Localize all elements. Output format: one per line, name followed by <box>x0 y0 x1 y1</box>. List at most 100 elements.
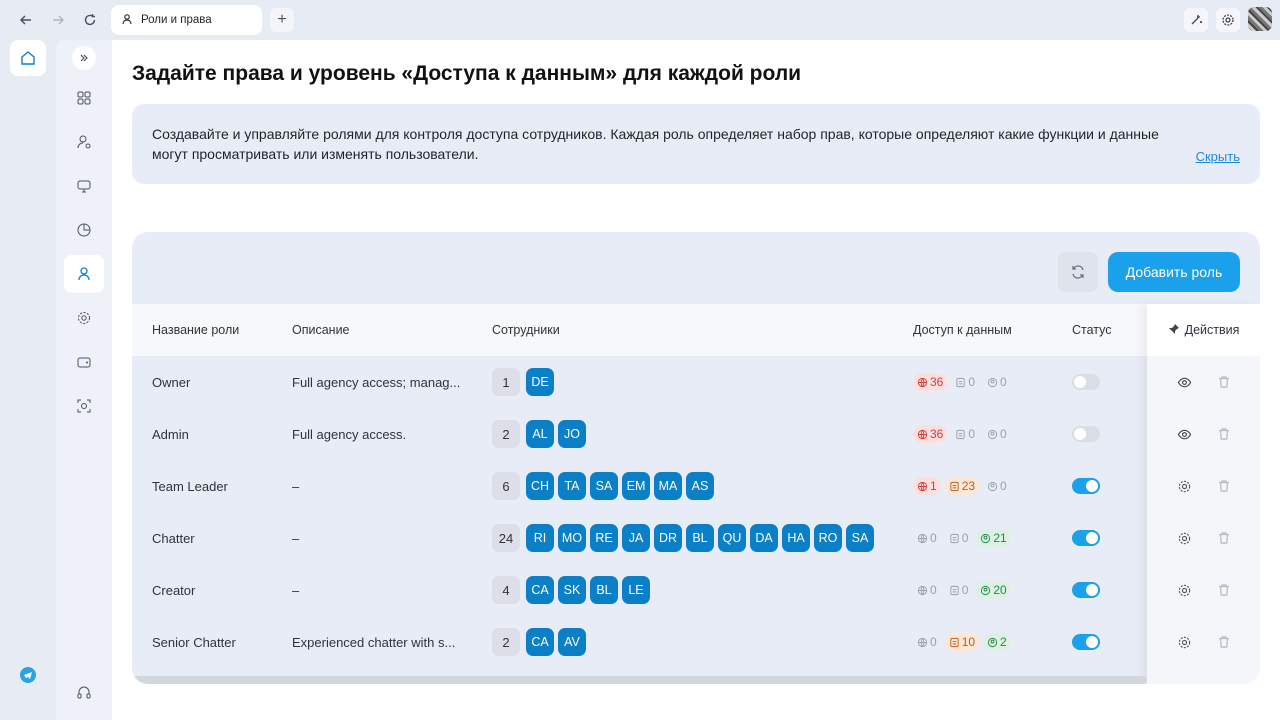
forward-icon[interactable] <box>47 9 69 31</box>
user-avatar[interactable] <box>1248 7 1272 31</box>
user-settings-icon[interactable] <box>64 123 104 161</box>
add-role-button[interactable]: Добавить роль <box>1108 252 1240 292</box>
eye-icon[interactable] <box>1175 425 1193 443</box>
access-value: 0 <box>1000 479 1007 493</box>
home-icon[interactable] <box>10 40 46 76</box>
sidebar <box>56 40 112 720</box>
employee-chip[interactable]: HA <box>782 524 810 552</box>
employee-chip[interactable]: QU <box>718 524 746 552</box>
access-value: 0 <box>1000 427 1007 441</box>
settings-icon[interactable] <box>64 299 104 337</box>
employee-chip[interactable]: RE <box>590 524 618 552</box>
employee-chip[interactable]: JA <box>622 524 650 552</box>
globe-icon <box>917 429 928 440</box>
scan-icon[interactable] <box>64 387 104 425</box>
role-employees: 2 CA AV <box>492 616 590 668</box>
trash-icon[interactable] <box>1215 477 1233 495</box>
roles-icon[interactable] <box>64 255 104 293</box>
header-role-name: Название роли <box>152 323 240 337</box>
new-tab-button[interactable]: + <box>270 8 294 32</box>
gear-icon[interactable] <box>1175 633 1193 651</box>
status-toggle[interactable] <box>1072 426 1100 442</box>
gear-icon[interactable] <box>1175 477 1193 495</box>
employee-chip[interactable]: CA <box>526 576 554 604</box>
trash-icon[interactable] <box>1215 529 1233 547</box>
employee-count: 4 <box>492 576 520 604</box>
headphones-icon[interactable] <box>64 673 104 711</box>
status-toggle[interactable] <box>1072 582 1100 598</box>
pin-icon[interactable] <box>1168 323 1180 338</box>
employee-chip[interactable]: BL <box>686 524 714 552</box>
sparkle-icon[interactable] <box>1184 8 1208 32</box>
role-description: – <box>292 530 300 546</box>
access-badge: 20 <box>976 581 1011 599</box>
table-row[interactable]: Admin Full agency access. 2 AL JO 36 0 0 <box>132 408 1147 460</box>
employee-chip[interactable]: BL <box>590 576 618 604</box>
back-icon[interactable] <box>15 9 37 31</box>
employee-chip[interactable]: CA <box>526 628 554 656</box>
role-status <box>1072 564 1100 616</box>
info-text: Создавайте и управляйте ролями для контр… <box>152 126 1159 162</box>
reload-icon[interactable] <box>79 9 101 31</box>
status-toggle[interactable] <box>1072 634 1100 650</box>
employee-chip[interactable]: LE <box>622 576 650 604</box>
user-icon <box>987 377 998 388</box>
header-actions: Действия <box>1147 304 1260 356</box>
horizontal-scrollbar[interactable] <box>132 676 1147 684</box>
gear-icon[interactable] <box>1175 529 1193 547</box>
access-value: 0 <box>961 531 969 545</box>
status-toggle[interactable] <box>1072 478 1100 494</box>
employee-chip[interactable]: MO <box>558 524 586 552</box>
access-badge: 1 <box>913 477 941 495</box>
gear-icon[interactable] <box>1175 581 1193 599</box>
employee-chip[interactable]: CH <box>526 472 554 500</box>
role-employees: 1 DE <box>492 356 558 408</box>
employee-chip[interactable]: MA <box>654 472 682 500</box>
employee-chip[interactable]: SK <box>558 576 586 604</box>
employee-chip[interactable]: DE <box>526 368 554 396</box>
employee-chip[interactable]: TA <box>558 472 586 500</box>
trash-icon[interactable] <box>1215 581 1233 599</box>
access-value: 10 <box>961 635 976 649</box>
employee-chip[interactable]: AS <box>686 472 714 500</box>
status-toggle[interactable] <box>1072 530 1100 546</box>
trash-icon[interactable] <box>1215 373 1233 391</box>
employee-chip[interactable]: EM <box>622 472 650 500</box>
employee-chip[interactable]: JO <box>558 420 586 448</box>
access-badge: 0 <box>945 529 973 547</box>
sidebar-expand-icon[interactable] <box>72 46 96 70</box>
table-row[interactable]: Owner Full agency access; manag... 1 DE 36 0 0 <box>132 356 1147 408</box>
employee-chip[interactable]: AL <box>526 420 554 448</box>
page-title: Задайте права и уровень «Доступа к данны… <box>132 62 802 85</box>
employee-count: 1 <box>492 368 520 396</box>
table-row[interactable]: Chatter – 24 RI MO RE JA DR BL QU DA HA RO SA 0 0 21 <box>132 512 1147 564</box>
gear-icon[interactable] <box>1216 8 1240 32</box>
monitor-icon[interactable] <box>64 167 104 205</box>
employee-chip[interactable]: SA <box>590 472 618 500</box>
role-data-access: 0 0 21 <box>913 512 1015 564</box>
trash-icon[interactable] <box>1215 633 1233 651</box>
hide-link[interactable]: Скрыть <box>1196 147 1240 167</box>
access-value: 23 <box>961 479 976 493</box>
table-row[interactable]: Team Leader – 6 CH TA SA EM MA AS 1 23 0 <box>132 460 1147 512</box>
refresh-button[interactable] <box>1058 252 1098 292</box>
table-row[interactable]: Creator – 4 CA SK BL LE 0 0 20 <box>132 564 1147 616</box>
employee-chip[interactable]: SA <box>846 524 874 552</box>
trash-icon[interactable] <box>1215 425 1233 443</box>
dashboard-icon[interactable] <box>64 79 104 117</box>
access-value: 1 <box>930 479 937 493</box>
employee-chip[interactable]: RI <box>526 524 554 552</box>
employee-chip[interactable]: RO <box>814 524 842 552</box>
table-row[interactable]: Senior Chatter Experienced chatter with s… <box>132 616 1147 668</box>
wallet-icon[interactable] <box>64 343 104 381</box>
employee-chip[interactable]: DR <box>654 524 682 552</box>
employee-chip[interactable]: AV <box>558 628 586 656</box>
employee-chip[interactable]: DA <box>750 524 778 552</box>
browser-tab[interactable]: Роли и права <box>111 5 262 35</box>
telegram-icon[interactable] <box>20 667 36 683</box>
status-toggle[interactable] <box>1072 374 1100 390</box>
role-description: Experienced chatter with s... <box>292 634 456 650</box>
eye-icon[interactable] <box>1175 373 1193 391</box>
card-icon <box>949 481 960 492</box>
pie-chart-icon[interactable] <box>64 211 104 249</box>
